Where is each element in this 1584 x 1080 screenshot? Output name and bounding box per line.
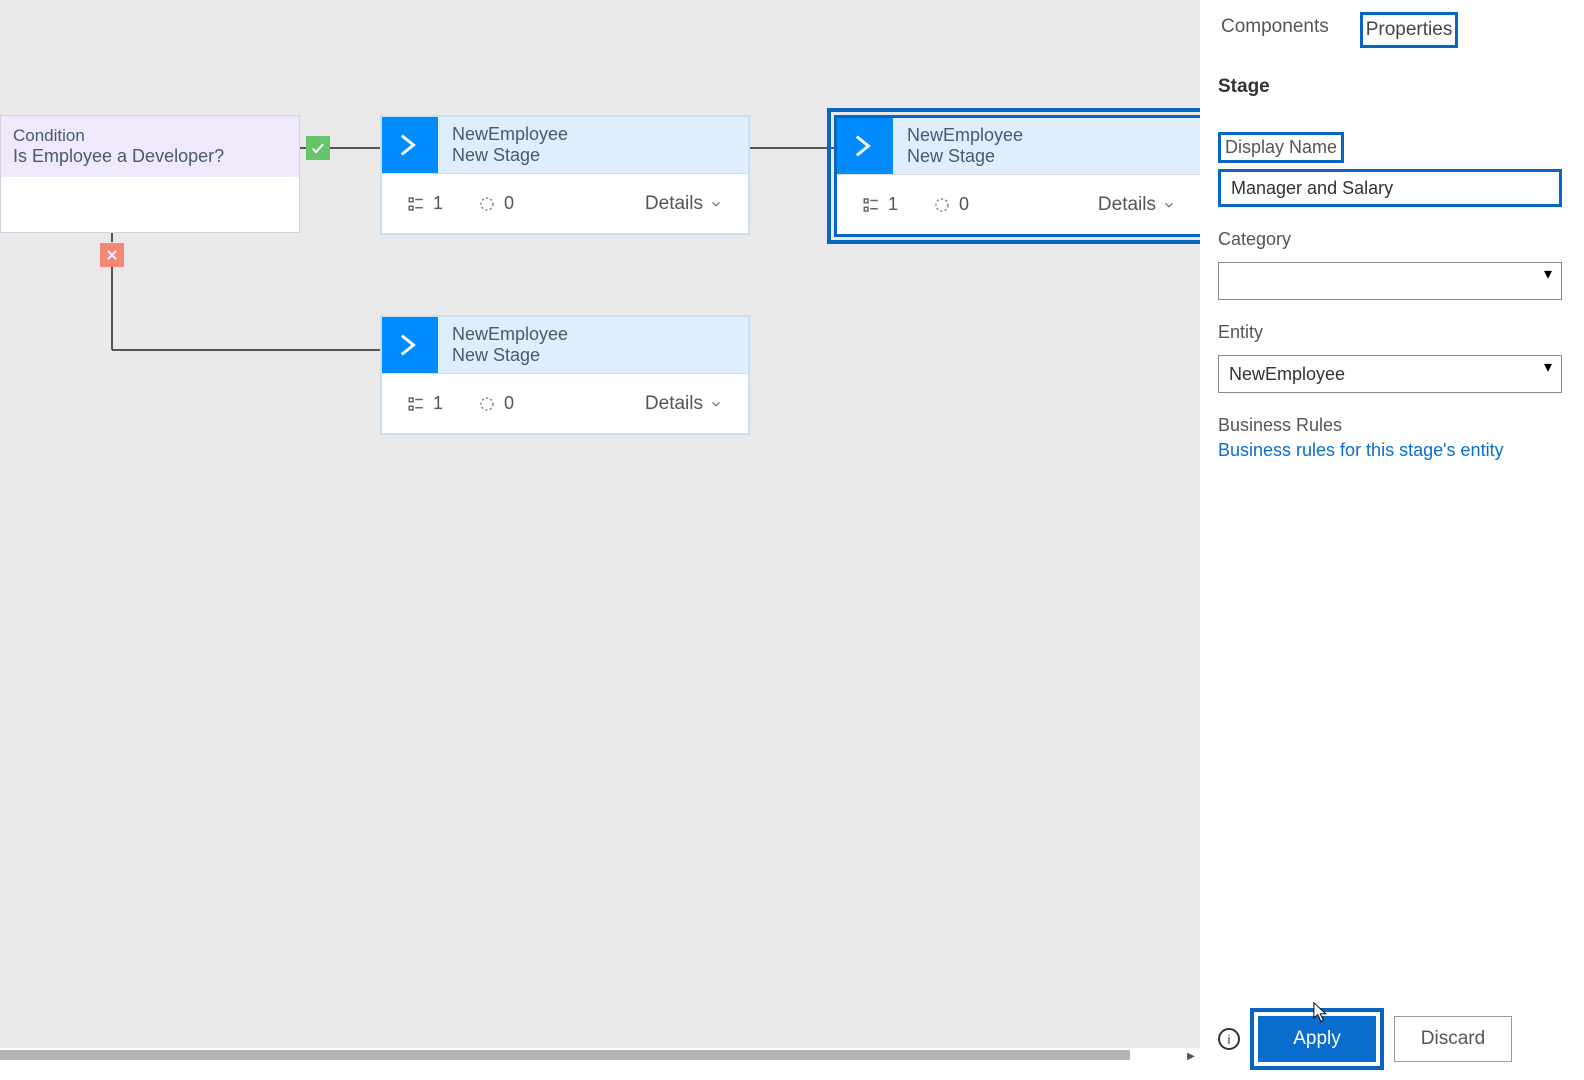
stage-node-b[interactable]: NewEmployee New Stage 1 0: [834, 115, 1204, 237]
steps-count: 1: [407, 393, 443, 414]
stage-node-a[interactable]: NewEmployee New Stage 1 0: [380, 115, 750, 235]
entity-select[interactable]: NewEmployee: [1218, 355, 1562, 393]
category-label: Category: [1218, 229, 1562, 250]
tab-properties[interactable]: Properties: [1363, 15, 1456, 45]
stage-entity-label: NewEmployee: [907, 125, 1023, 146]
triggers-count: 0: [478, 193, 514, 214]
stage-icon: [382, 317, 438, 373]
yes-branch-chip: [306, 136, 330, 160]
stage-title-label: New Stage: [452, 145, 568, 166]
process-canvas[interactable]: Condition Is Employee a Developer? New: [0, 0, 1200, 1064]
stage-entity-label: NewEmployee: [452, 324, 568, 345]
stage-details-toggle[interactable]: Details: [645, 393, 723, 415]
panel-heading: Stage: [1218, 76, 1562, 98]
no-branch-chip: [100, 243, 124, 267]
stage-title-label: New Stage: [452, 345, 568, 366]
discard-button[interactable]: Discard: [1394, 1016, 1512, 1062]
info-icon[interactable]: i: [1218, 1028, 1240, 1050]
steps-count: 1: [862, 194, 898, 215]
condition-node[interactable]: Condition Is Employee a Developer?: [0, 115, 300, 233]
display-name-input[interactable]: [1218, 169, 1562, 207]
triggers-count: 0: [933, 194, 969, 215]
business-rules-label: Business Rules: [1218, 415, 1562, 436]
tab-components[interactable]: Components: [1218, 12, 1332, 42]
stage-node-c[interactable]: NewEmployee New Stage 1 0: [380, 315, 750, 435]
entity-label: Entity: [1218, 322, 1562, 343]
properties-panel: Components Properties Stage Display Name…: [1200, 0, 1584, 1080]
stage-icon: [382, 117, 438, 173]
condition-text: Is Employee a Developer?: [13, 146, 287, 167]
stage-entity-label: NewEmployee: [452, 124, 568, 145]
business-rules-link[interactable]: Business rules for this stage's entity: [1218, 440, 1562, 461]
triggers-count: 0: [478, 393, 514, 414]
condition-label: Condition: [13, 126, 287, 146]
stage-details-toggle[interactable]: Details: [1098, 194, 1176, 216]
stage-details-toggle[interactable]: Details: [645, 193, 723, 215]
apply-button[interactable]: Apply: [1258, 1016, 1376, 1062]
steps-count: 1: [407, 193, 443, 214]
category-select[interactable]: [1218, 262, 1562, 300]
display-name-label: Display Name: [1218, 132, 1344, 163]
stage-title-label: New Stage: [907, 146, 1023, 167]
stage-icon: [837, 118, 893, 174]
canvas-horizontal-scrollbar[interactable]: ▶: [0, 1048, 1200, 1064]
